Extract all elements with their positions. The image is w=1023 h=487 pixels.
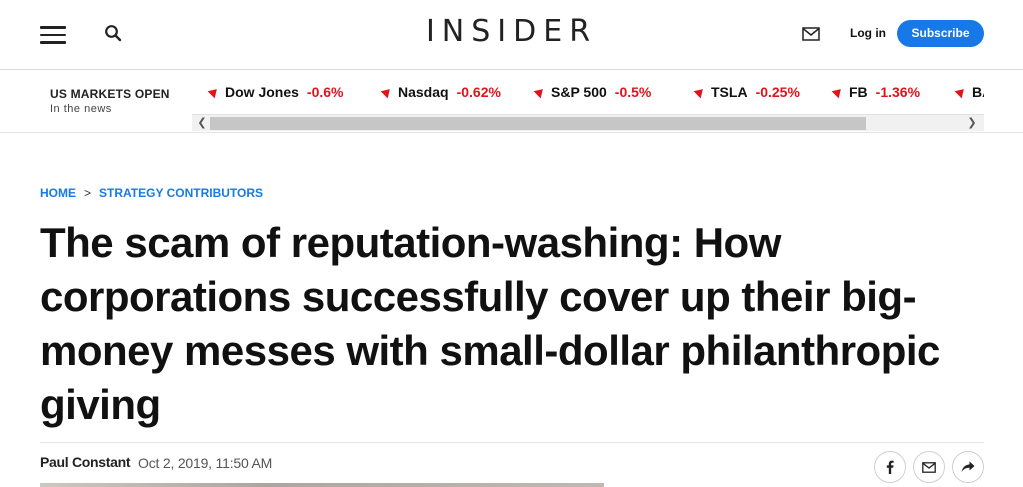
ticker-sp500[interactable]: S&P 500 -0.5% <box>533 84 652 100</box>
share-email-button[interactable] <box>913 451 945 483</box>
ticker-change: -0.6% <box>306 84 344 100</box>
breadcrumb-separator: > <box>84 186 92 200</box>
mail-icon <box>922 461 936 473</box>
scrollbar-thumb[interactable] <box>210 117 866 130</box>
subscribe-button[interactable]: Subscribe <box>897 20 984 47</box>
ticker-name: BA <box>972 84 984 100</box>
facebook-icon <box>886 460 894 474</box>
hero-image <box>40 483 604 487</box>
ticker-dow-jones[interactable]: Dow Jones -0.6% <box>207 84 344 100</box>
ticker-change: -0.5% <box>614 84 652 100</box>
share-more-button[interactable] <box>952 451 984 483</box>
down-arrow-icon <box>954 85 968 99</box>
ticker-fb[interactable]: FB -1.36% <box>831 84 921 100</box>
ticker-tsla[interactable]: TSLA -0.25% <box>693 84 800 100</box>
markets-bar: US MARKETS OPEN In the news Dow Jones -0.… <box>0 71 1023 133</box>
scroll-left-icon[interactable]: ❮ <box>194 115 210 132</box>
down-arrow-icon <box>207 85 221 99</box>
down-arrow-icon <box>831 85 845 99</box>
breadcrumb: HOME > STRATEGY CONTRIBUTORS <box>40 186 263 200</box>
ticker-strip[interactable]: Dow Jones -0.6% Nasdaq -0.62% S&P 500 -0.5%… <box>192 71 984 113</box>
byline-divider <box>40 442 984 443</box>
share-facebook-button[interactable] <box>874 451 906 483</box>
ticker-name: S&P 500 <box>551 84 607 100</box>
down-arrow-icon <box>533 85 547 99</box>
down-arrow-icon <box>380 85 394 99</box>
author-name[interactable]: Paul Constant <box>40 454 131 470</box>
ticker-name: Dow Jones <box>225 84 299 100</box>
login-link[interactable]: Log in <box>850 26 886 40</box>
ticker-name: Nasdaq <box>398 84 449 100</box>
mail-icon[interactable] <box>802 27 820 41</box>
ticker-ba[interactable]: BA <box>954 84 984 100</box>
ticker-scrollbar[interactable]: ❮ ❯ <box>192 114 984 131</box>
markets-status: US MARKETS OPEN <box>50 87 170 101</box>
breadcrumb-home[interactable]: HOME <box>40 186 76 200</box>
ticker-nasdaq[interactable]: Nasdaq -0.62% <box>380 84 501 100</box>
ticker-change: -0.62% <box>456 84 501 100</box>
article-headline: The scam of reputation-washing: How corp… <box>40 219 940 428</box>
publish-date: Oct 2, 2019, 11:50 AM <box>138 455 273 471</box>
share-arrow-icon <box>961 461 975 472</box>
ticker-change: -0.25% <box>755 84 800 100</box>
ticker-name: FB <box>849 84 868 100</box>
ticker-change: -1.36% <box>875 84 921 100</box>
down-arrow-icon <box>693 85 707 99</box>
ticker-name: TSLA <box>711 84 748 100</box>
markets-subtitle: In the news <box>50 103 112 115</box>
scroll-right-icon[interactable]: ❯ <box>964 115 980 132</box>
site-header: INSIDER Log in Subscribe <box>0 0 1023 70</box>
breadcrumb-section[interactable]: STRATEGY CONTRIBUTORS <box>99 186 263 200</box>
